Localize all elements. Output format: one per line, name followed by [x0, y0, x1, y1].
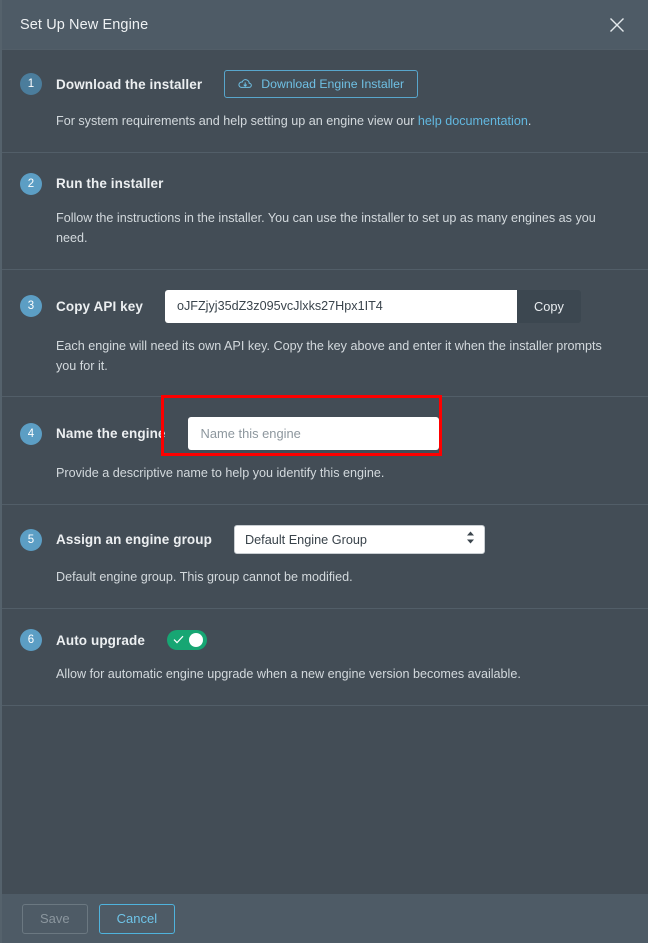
- api-key-input[interactable]: [164, 289, 517, 323]
- download-engine-installer-label: Download Engine Installer: [261, 77, 405, 91]
- auto-upgrade-toggle[interactable]: [166, 630, 207, 651]
- close-icon[interactable]: [600, 8, 634, 42]
- step-4-description: Provide a descriptive name to help you i…: [56, 466, 385, 481]
- step-1-badge: 1: [20, 73, 42, 95]
- copy-api-key-button[interactable]: Copy: [516, 289, 581, 323]
- step-run-installer: 2 Run the installer Follow the instructi…: [2, 151, 648, 269]
- check-icon: [173, 631, 184, 649]
- step-3-badge: 3: [20, 295, 42, 318]
- step-1-description: For system requirements and help setting…: [56, 112, 601, 132]
- step-2-badge: 2: [20, 172, 42, 195]
- set-up-new-engine-dialog: Set Up New Engine 1 Download the install…: [0, 0, 648, 943]
- dialog-title: Set Up New Engine: [20, 16, 149, 33]
- step-1-description-suffix: .: [527, 114, 532, 128]
- step-1-title: Download the installer: [56, 76, 203, 92]
- step-5-description: Default engine group. This group cannot …: [56, 570, 353, 585]
- step-3-title: Copy API key: [56, 298, 143, 314]
- step-4-head: 4 Name the engine: [20, 395, 626, 457]
- step-4-badge: 4: [20, 422, 42, 445]
- step-6-description: Allow for automatic engine upgrade when …: [56, 667, 521, 682]
- step-4-title: Name the engine: [56, 426, 166, 442]
- engine-group-select-wrapper: Default Engine Group: [233, 525, 485, 555]
- step-name-engine: 4 Name the engine Provide a descriptive …: [2, 395, 648, 504]
- step-5-head: 5 Assign an engine group Default Engine …: [20, 525, 626, 555]
- engine-name-wrapper: [160, 395, 442, 457]
- step-3-description: Each engine will need its own API key. C…: [56, 338, 602, 373]
- cancel-button[interactable]: Cancel: [98, 903, 176, 934]
- step-assign-engine-group: 5 Assign an engine group Default Engine …: [2, 504, 648, 608]
- cloud-download-icon: [238, 78, 253, 91]
- step-2-title: Run the installer: [56, 176, 164, 192]
- step-download-installer: 1 Download the installer Download Engine…: [2, 49, 648, 152]
- step-2-description: Follow the instructions in the installer…: [56, 210, 596, 245]
- download-engine-installer-button[interactable]: Download Engine Installer: [224, 70, 419, 98]
- engine-name-input[interactable]: [187, 417, 439, 451]
- step-6-head: 6 Auto upgrade: [20, 629, 626, 652]
- save-button[interactable]: Save: [22, 903, 88, 934]
- step-6-title: Auto upgrade: [56, 632, 145, 648]
- body-spacer: [2, 705, 648, 894]
- step-1-description-text: For system requirements and help setting…: [56, 114, 418, 128]
- step-copy-api-key: 3 Copy API key Copy Each engine will nee…: [2, 268, 648, 397]
- step-auto-upgrade: 6 Auto upgrade Allow for automatic engin…: [2, 608, 648, 705]
- step-1-head: 1 Download the installer Download Engine…: [20, 70, 626, 98]
- engine-group-select[interactable]: Default Engine Group: [233, 525, 485, 555]
- step-2-head: 2 Run the installer: [20, 172, 626, 195]
- step-3-head: 3 Copy API key Copy: [20, 289, 626, 323]
- help-documentation-link[interactable]: help documentation: [418, 114, 528, 128]
- toggle-knob: [188, 633, 203, 648]
- step-5-badge: 5: [20, 528, 42, 551]
- step-5-title: Assign an engine group: [56, 532, 212, 548]
- api-key-row: Copy: [164, 289, 581, 323]
- step-6-badge: 6: [20, 629, 42, 652]
- dialog-header: Set Up New Engine: [2, 0, 648, 49]
- dialog-body: 1 Download the installer Download Engine…: [2, 49, 648, 894]
- dialog-footer: Save Cancel: [2, 894, 648, 943]
